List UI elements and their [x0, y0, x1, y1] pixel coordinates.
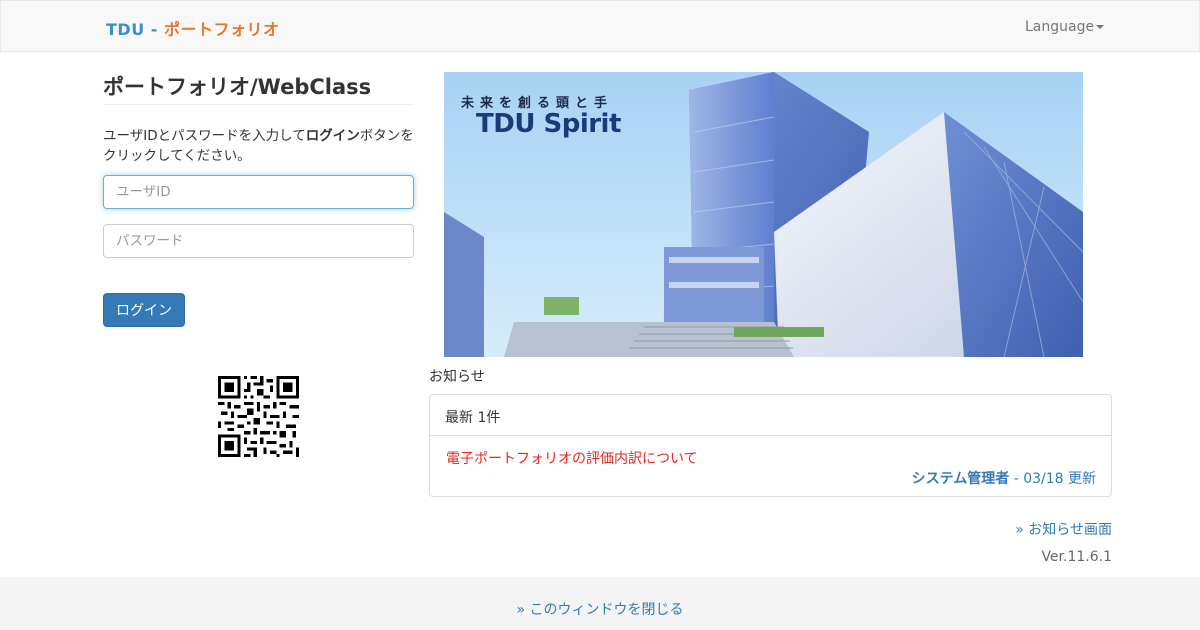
- news-panel-heading: 最新 1件: [430, 395, 1111, 436]
- news-panel: 最新 1件 電子ポートフォリオの評価内訳について システム管理者 - 03/18…: [429, 394, 1112, 497]
- page-title: ポートフォリオ/WebClass: [103, 75, 372, 99]
- banner-logo-text: TDU Spirit: [476, 109, 621, 139]
- login-button[interactable]: ログイン: [103, 293, 185, 327]
- top-navbar: TDU - ポートフォリオ Language: [0, 0, 1200, 52]
- brand-suffix: ポートフォリオ: [163, 20, 280, 39]
- footer: » このウィンドウを閉じる: [0, 577, 1200, 630]
- brand-prefix: TDU -: [106, 20, 158, 39]
- instructions-bold: ログイン: [305, 128, 360, 144]
- login-instructions: ユーザIDとパスワードを入力してログインボタンをクリックしてください。: [103, 126, 421, 166]
- qr-code-icon: [218, 376, 299, 457]
- news-page-link[interactable]: » お知らせ画面: [1015, 519, 1112, 539]
- news-item-title[interactable]: 電子ポートフォリオの評価内訳について: [446, 448, 698, 468]
- campus-banner-image: 未来を創る頭と手 TDU Spirit: [444, 72, 1083, 357]
- language-label: Language: [1025, 19, 1095, 35]
- news-item-date: - 03/18 更新: [1009, 471, 1096, 487]
- password-input[interactable]: [103, 224, 414, 258]
- news-item-meta: システム管理者 - 03/18 更新: [912, 468, 1096, 488]
- close-window-link[interactable]: » このウィンドウを閉じる: [0, 599, 1200, 619]
- brand-logo[interactable]: TDU - ポートフォリオ: [106, 16, 280, 40]
- instructions-text-1: ユーザIDとパスワードを入力して: [103, 128, 306, 144]
- news-section-label: お知らせ: [429, 369, 485, 385]
- news-item-author: システム管理者: [911, 471, 1010, 487]
- caret-down-icon: [1096, 25, 1105, 29]
- version-label: Ver.11.6.1: [1041, 549, 1112, 565]
- title-divider: [103, 104, 414, 105]
- userid-input[interactable]: [103, 175, 414, 209]
- language-dropdown[interactable]: Language: [1025, 19, 1105, 35]
